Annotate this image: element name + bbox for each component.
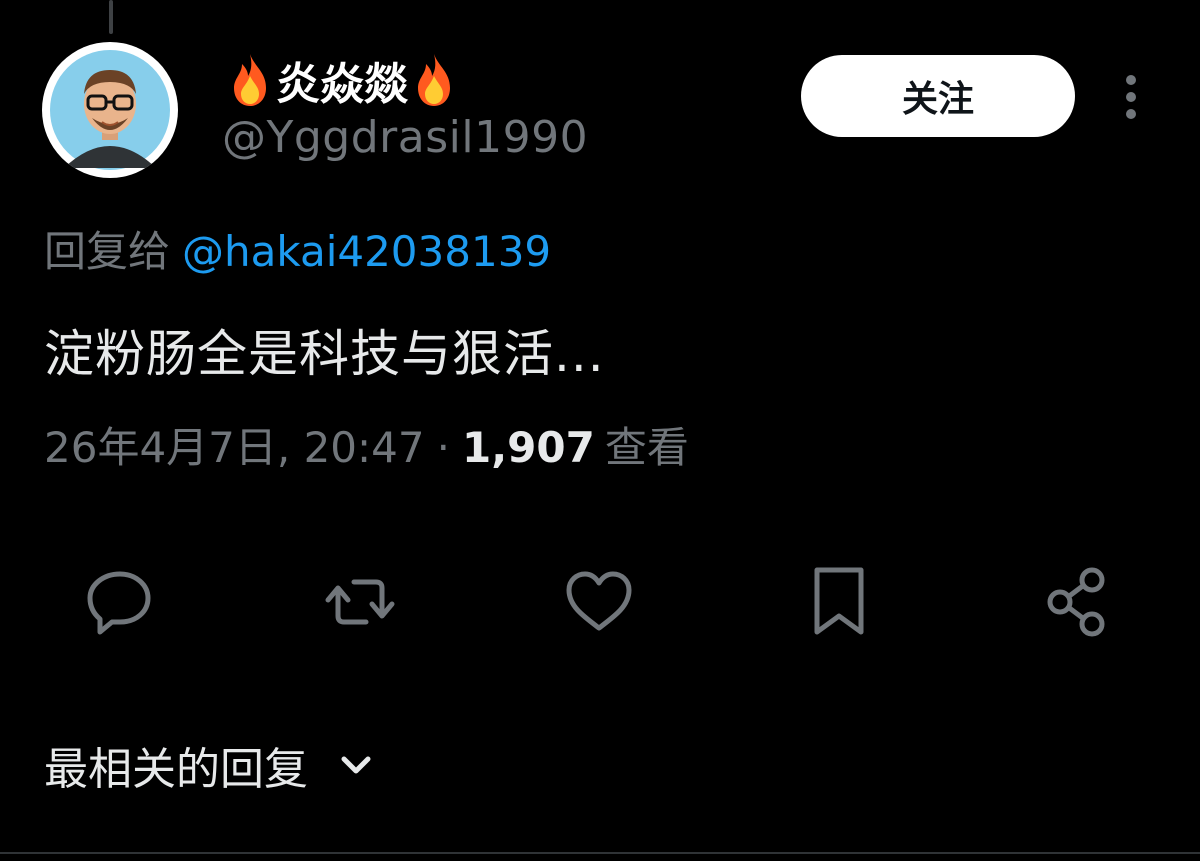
replies-sort-label: 最相关的回复	[44, 744, 308, 795]
thread-connector-line	[109, 0, 113, 34]
reply-to-label: 回复给	[44, 227, 171, 276]
follow-button[interactable]: 关注	[801, 55, 1075, 137]
reply-icon[interactable]	[84, 566, 156, 638]
author-handle[interactable]: @Yggdrasil1990	[222, 112, 588, 163]
chevron-down-icon	[336, 745, 376, 785]
replies-sort-dropdown[interactable]: 最相关的回复	[44, 735, 376, 795]
fire-icon	[410, 52, 458, 108]
meta-separator: ·	[436, 423, 450, 472]
reply-context: 回复给 @hakai42038139	[44, 218, 551, 279]
tweet-timestamp[interactable]: 26年4月7日, 20:47	[44, 423, 425, 472]
author-display-name[interactable]: 炎焱燚	[226, 50, 458, 110]
heart-icon[interactable]	[563, 566, 635, 638]
author-name-text: 炎焱燚	[276, 59, 408, 110]
fire-icon	[226, 52, 274, 108]
tweet-meta: 26年4月7日, 20:47 · 1,907 查看	[44, 414, 689, 475]
user-avatar[interactable]	[42, 42, 178, 178]
reply-to-mention-link[interactable]: @hakai42038139	[182, 227, 551, 276]
bookmark-icon[interactable]	[803, 566, 875, 638]
avatar-image	[50, 50, 170, 170]
share-icon[interactable]	[1042, 566, 1114, 638]
tweet-body-text: 淀粉肠全是科技与狠活...	[44, 325, 605, 383]
views-count: 1,907	[462, 423, 595, 472]
more-vertical-icon[interactable]	[1114, 72, 1148, 122]
views-label: 查看	[604, 423, 689, 472]
retweet-icon[interactable]	[324, 566, 396, 638]
divider	[0, 852, 1200, 854]
